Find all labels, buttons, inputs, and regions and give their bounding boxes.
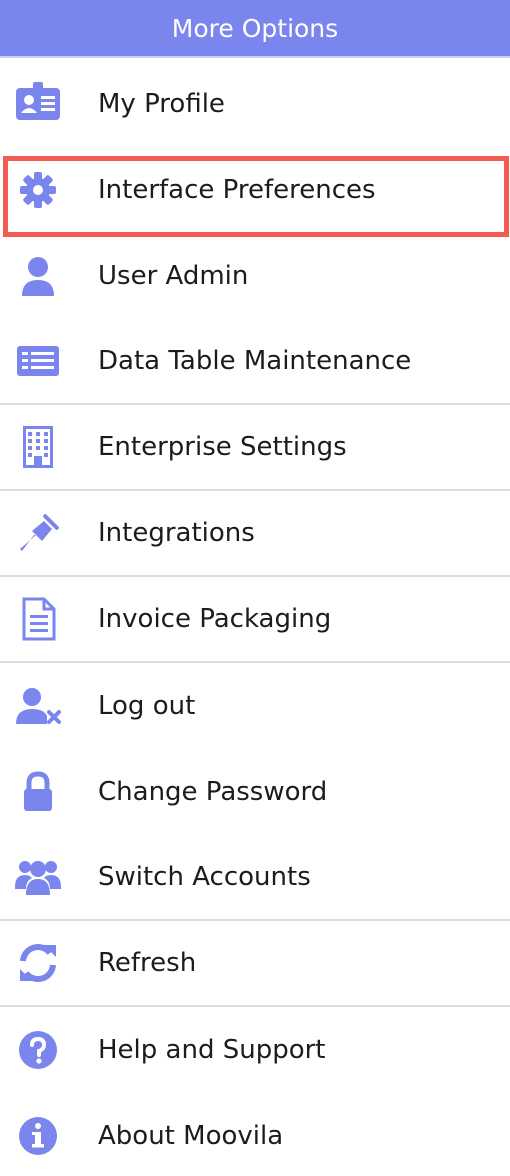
document-icon [12, 593, 64, 645]
menu-item-invoice-packaging[interactable]: Invoice Packaging [0, 577, 510, 663]
menu-item-label: About Moovila [98, 1121, 284, 1151]
plug-icon [12, 507, 64, 559]
menu-item-label: Enterprise Settings [98, 432, 347, 462]
menu-header: More Options [0, 0, 510, 58]
menu-item-enterprise-settings[interactable]: Enterprise Settings [0, 405, 510, 491]
menu-item-label: Refresh [98, 948, 197, 978]
lock-icon [12, 766, 64, 818]
menu-item-label: Integrations [98, 518, 255, 548]
users-group-icon [12, 851, 64, 903]
gear-icon [12, 164, 64, 216]
menu-item-about-moovila[interactable]: About Moovila [0, 1093, 510, 1176]
menu-item-label: Help and Support [98, 1035, 326, 1065]
menu-item-switch-accounts[interactable]: Switch Accounts [0, 835, 510, 921]
menu-item-help-and-support[interactable]: Help and Support [0, 1007, 510, 1093]
user-icon [12, 250, 64, 302]
menu-item-data-table-maintenance[interactable]: Data Table Maintenance [0, 319, 510, 405]
menu-item-user-admin[interactable]: User Admin [0, 233, 510, 319]
more-options-menu: More Options My Profile Interface Prefer… [0, 0, 510, 1176]
menu-title: More Options [171, 13, 339, 43]
info-circle-icon [12, 1110, 64, 1162]
menu-item-label: Data Table Maintenance [98, 346, 412, 376]
menu-item-refresh[interactable]: Refresh [0, 921, 510, 1007]
menu-item-label: Invoice Packaging [98, 604, 332, 634]
menu-item-label: Switch Accounts [98, 862, 311, 892]
menu-item-label: User Admin [98, 261, 249, 291]
profile-card-icon [12, 78, 64, 130]
refresh-icon [12, 937, 64, 989]
table-list-icon [12, 335, 64, 387]
menu-item-label: Log out [98, 691, 196, 721]
user-times-icon [12, 680, 64, 732]
menu-item-label: Interface Preferences [98, 175, 376, 205]
question-circle-icon [12, 1024, 64, 1076]
menu-item-label: Change Password [98, 777, 328, 807]
menu-item-label: My Profile [98, 89, 225, 119]
menu-item-integrations[interactable]: Integrations [0, 491, 510, 577]
menu-item-my-profile[interactable]: My Profile [0, 61, 510, 147]
menu-item-change-password[interactable]: Change Password [0, 749, 510, 835]
menu-item-interface-preferences[interactable]: Interface Preferences [0, 147, 510, 233]
menu-item-log-out[interactable]: Log out [0, 663, 510, 749]
building-icon [12, 421, 64, 473]
